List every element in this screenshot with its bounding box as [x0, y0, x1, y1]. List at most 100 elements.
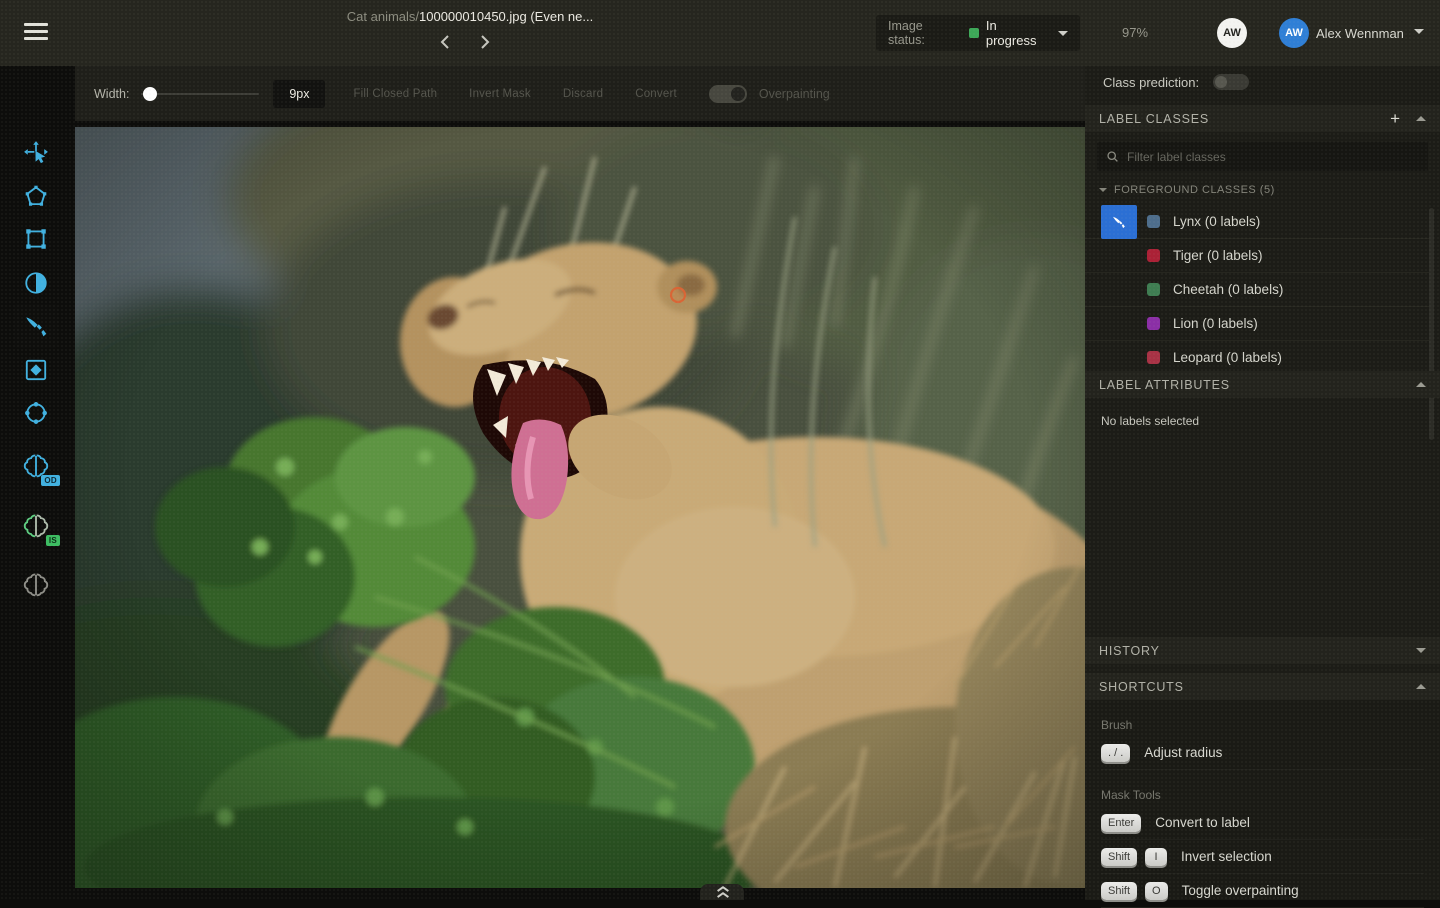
collapse-icon[interactable] — [1416, 116, 1426, 121]
contrast-icon — [23, 270, 49, 296]
image-canvas[interactable] — [75, 127, 1085, 888]
breadcrumb-filename: 100000010450.jpg (Even ne... — [419, 9, 593, 24]
status-color-dot — [969, 28, 979, 38]
breadcrumb-project: Cat animals/ — [347, 9, 419, 24]
image-status-dropdown[interactable]: Image status: In progress — [876, 15, 1080, 51]
class-name: Lion (0 labels) — [1173, 316, 1258, 331]
class-row-lion[interactable]: Lion (0 labels) — [1085, 307, 1432, 341]
brush-tool[interactable] — [14, 304, 58, 348]
contrast-tool[interactable] — [14, 261, 58, 305]
key-badge: O — [1145, 882, 1168, 900]
image-status-label: Image status: — [888, 19, 962, 47]
discard-button[interactable]: Discard — [563, 88, 603, 100]
class-prediction-label: Class prediction: — [1103, 75, 1199, 90]
filter-classes-box[interactable] — [1097, 142, 1428, 171]
class-prediction-toggle[interactable] — [1213, 74, 1249, 90]
history-title: HISTORY — [1099, 644, 1416, 658]
shortcuts-header[interactable]: SHORTCUTS — [1085, 673, 1440, 700]
foreground-classes-title: FOREGROUND CLASSES (5) — [1114, 184, 1275, 196]
rect-tool[interactable] — [14, 217, 58, 261]
slider-thumb[interactable] — [143, 87, 157, 101]
shortcut-convert-to-label: Enter Convert to label — [1101, 806, 1424, 840]
shortcut-group-brush: Brush — [1101, 718, 1424, 732]
tool-sidebar: OD IS — [0, 66, 75, 900]
class-color-swatch — [1147, 283, 1160, 296]
class-name: Leopard (0 labels) — [1173, 350, 1282, 365]
convert-button[interactable]: Convert — [635, 88, 677, 100]
overpainting-label: Overpainting — [759, 87, 830, 101]
width-slider[interactable] — [141, 87, 259, 101]
lioness-yawning-photo — [75, 127, 1085, 888]
key-badge: I — [1145, 848, 1167, 866]
ellipse-tool[interactable] — [14, 391, 58, 435]
class-name: Lynx (0 labels) — [1173, 214, 1260, 229]
shortcuts-body: Brush . / . Adjust radius Mask Tools Ent… — [1085, 700, 1440, 900]
width-label: Width: — [94, 87, 129, 101]
user-avatar[interactable]: AW — [1279, 18, 1309, 48]
top-bar: Cat animals/100000010450.jpg (Even ne...… — [0, 0, 1440, 66]
semantic-ai-tool[interactable] — [14, 563, 58, 607]
user-menu-chevron-icon[interactable] — [1414, 29, 1424, 34]
class-name: Cheetah (0 labels) — [1173, 282, 1283, 297]
shortcut-toggle-overpainting: Shift O Toggle overpainting — [1101, 874, 1424, 908]
polygon-tool[interactable] — [14, 174, 58, 218]
filter-classes-input[interactable] — [1127, 150, 1387, 164]
class-color-swatch — [1147, 351, 1160, 364]
class-list: Lynx (0 labels) Tiger (0 labels) Cheetah… — [1085, 205, 1432, 377]
label-classes-title: LABEL CLASSES — [1099, 112, 1390, 126]
class-color-swatch — [1147, 317, 1160, 330]
class-row-cheetah[interactable]: Cheetah (0 labels) — [1085, 273, 1432, 307]
no-labels-text: No labels selected — [1101, 414, 1199, 428]
foreground-classes-group[interactable]: FOREGROUND CLASSES (5) — [1099, 184, 1275, 196]
add-class-icon[interactable]: + — [1390, 110, 1400, 127]
brain-icon — [21, 570, 51, 600]
chevron-down-icon — [1058, 31, 1068, 36]
key-badge: . / . — [1101, 744, 1130, 762]
overpainting-toggle[interactable] — [709, 85, 747, 103]
mask-tool[interactable] — [14, 348, 58, 392]
move-icon — [23, 140, 49, 166]
history-header[interactable]: HISTORY — [1085, 637, 1440, 664]
shortcut-group-mask-tools: Mask Tools — [1101, 788, 1424, 802]
ellipse-icon — [23, 400, 49, 426]
width-value: 9px — [273, 80, 325, 108]
instance-segmentation-ai-tool[interactable]: IS — [14, 504, 58, 548]
class-color-swatch — [1147, 215, 1160, 228]
right-panel: Class prediction: LABEL CLASSES + FOREGR… — [1085, 66, 1440, 900]
brush-cursor — [671, 288, 685, 302]
collaborator-avatar[interactable]: AW — [1217, 18, 1247, 48]
search-icon — [1106, 150, 1119, 163]
od-badge: OD — [41, 475, 60, 486]
brush-icon — [1110, 213, 1128, 231]
shortcuts-title: SHORTCUTS — [1099, 680, 1416, 694]
next-image-icon[interactable] — [478, 34, 492, 50]
collapse-icon[interactable] — [1416, 684, 1426, 689]
mask-icon — [23, 357, 49, 383]
class-list-scrollbar[interactable] — [1429, 208, 1434, 440]
object-detection-ai-tool[interactable]: OD — [14, 444, 58, 488]
prev-image-icon[interactable] — [438, 34, 452, 50]
expand-icon[interactable] — [1416, 648, 1426, 653]
bounding-box-icon — [23, 226, 49, 252]
label-attributes-header[interactable]: LABEL ATTRIBUTES — [1085, 371, 1440, 398]
invert-mask-button[interactable]: Invert Mask — [469, 88, 531, 100]
collapse-icon[interactable] — [1416, 382, 1426, 387]
class-row-tiger[interactable]: Tiger (0 labels) — [1085, 239, 1432, 273]
fill-closed-path-button[interactable]: Fill Closed Path — [353, 88, 437, 100]
zoom-level: 97% — [1122, 25, 1148, 40]
class-color-swatch — [1147, 249, 1160, 262]
class-name: Tiger (0 labels) — [1173, 248, 1263, 263]
move-tool[interactable] — [14, 131, 58, 175]
brush-icon — [23, 313, 49, 339]
brush-toolbar: Width: 9px Fill Closed Path Invert Mask … — [75, 66, 1085, 121]
menu-icon[interactable] — [24, 23, 48, 43]
user-name[interactable]: Alex Wennman — [1316, 26, 1404, 41]
label-classes-header[interactable]: LABEL CLASSES + — [1085, 105, 1440, 132]
chevron-up-icon — [717, 892, 727, 898]
class-row-leopard[interactable]: Leopard (0 labels) — [1085, 341, 1432, 375]
class-row-lynx[interactable]: Lynx (0 labels) — [1085, 205, 1432, 239]
breadcrumb[interactable]: Cat animals/100000010450.jpg (Even ne... — [290, 9, 650, 24]
expand-gallery-tab[interactable] — [700, 884, 744, 900]
shortcut-adjust-radius: . / . Adjust radius — [1101, 736, 1424, 770]
shortcut-invert-selection: Shift I Invert selection — [1101, 840, 1424, 874]
